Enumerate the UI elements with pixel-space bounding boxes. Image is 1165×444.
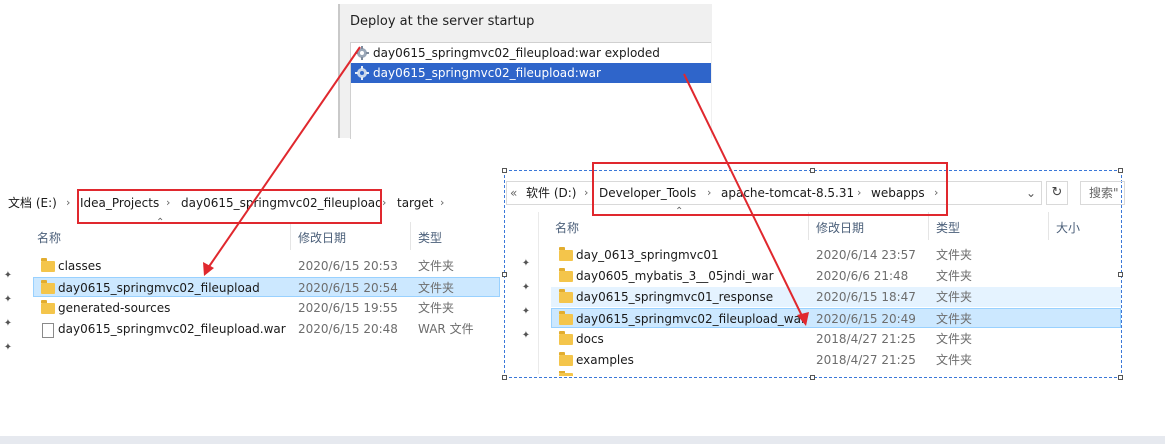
annotation-arrows <box>203 46 809 326</box>
arrowhead-icon <box>797 312 809 326</box>
bottom-edge <box>0 436 1165 444</box>
annotation-arrow-exploded <box>207 46 361 269</box>
annotation-arrow-war <box>683 73 804 319</box>
arrowhead-icon <box>203 262 214 276</box>
